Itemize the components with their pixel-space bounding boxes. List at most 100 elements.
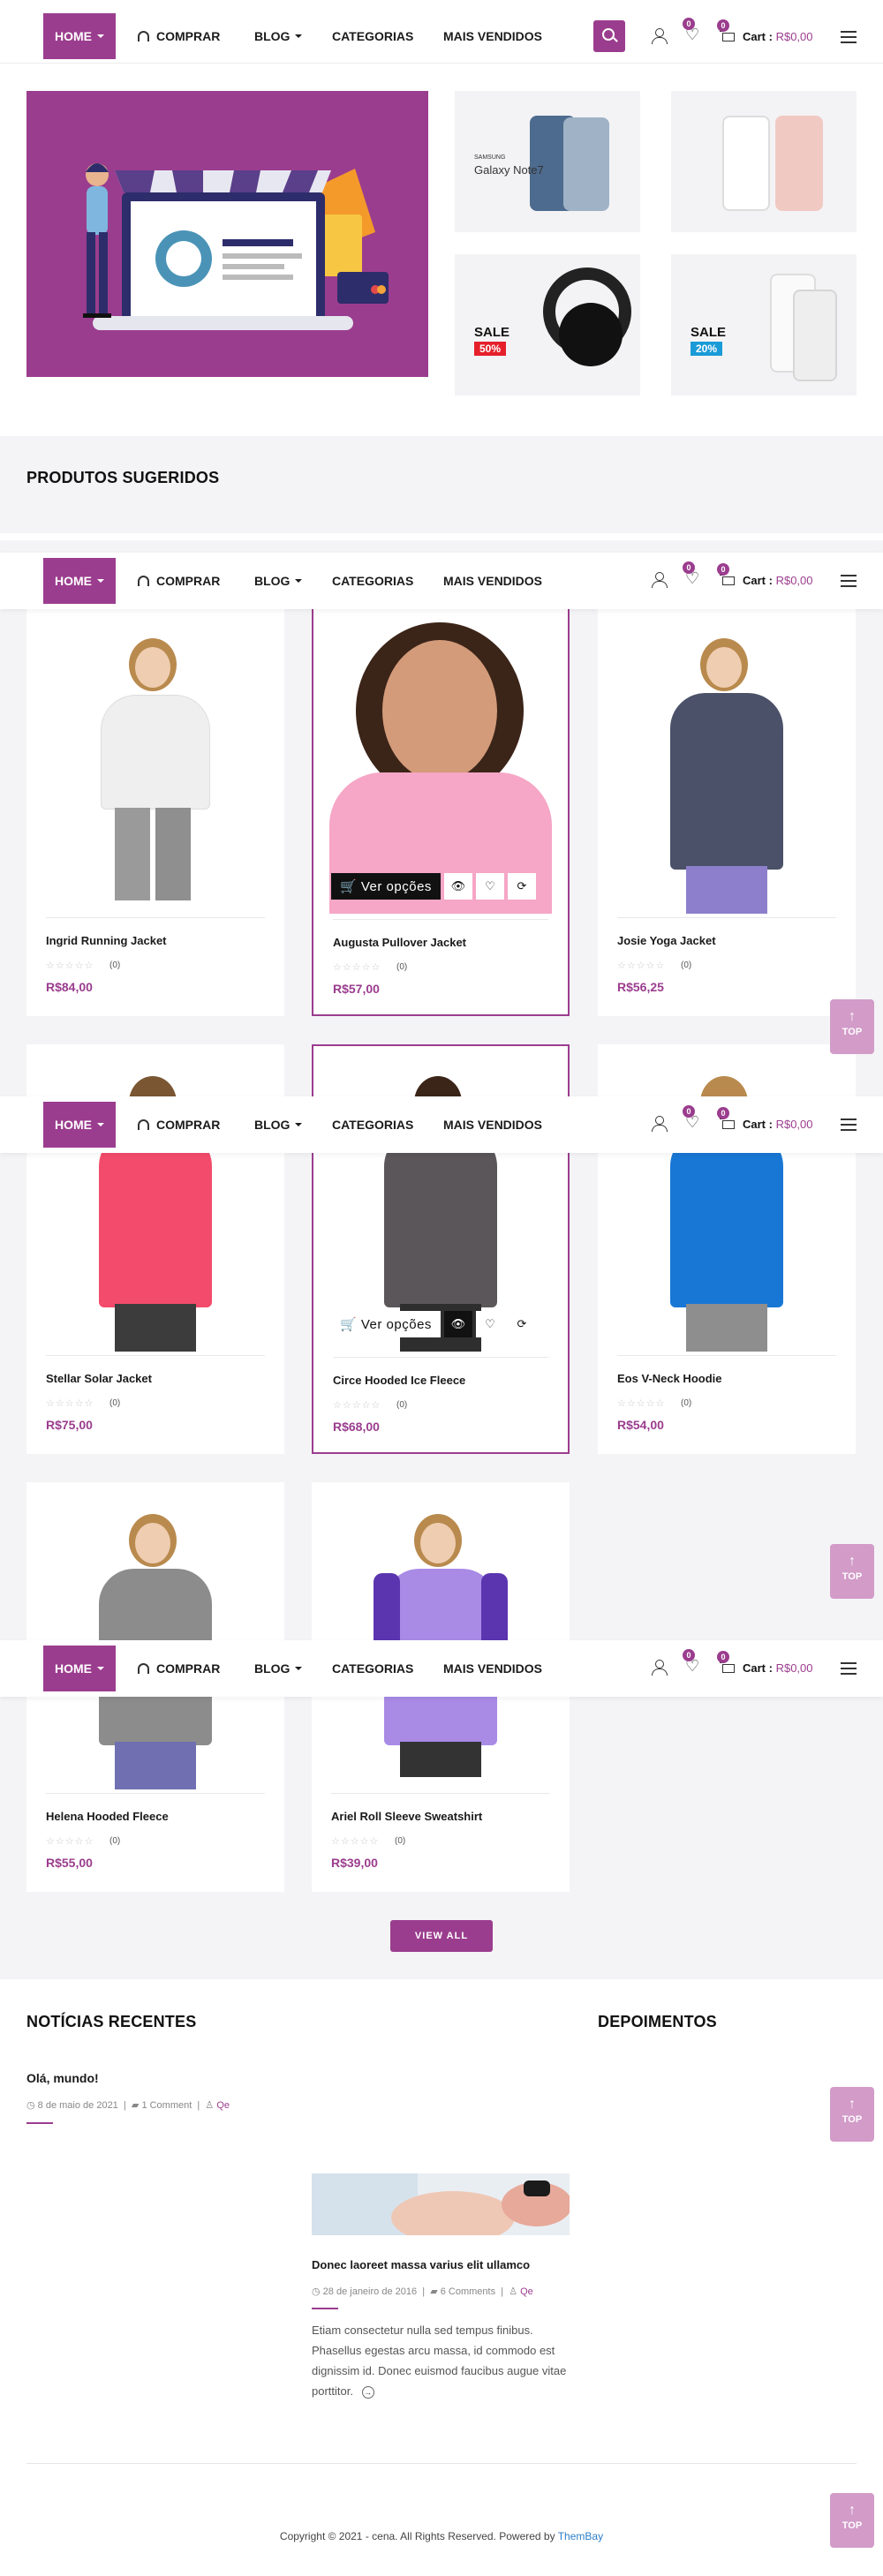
nav-comprar-label: COMPRAR: [156, 28, 221, 43]
cart-icon[interactable]: [720, 574, 736, 588]
cart-summary[interactable]: Cart : R$0,00: [743, 574, 813, 587]
user-icon[interactable]: [652, 28, 668, 44]
user-icon: ♙: [509, 2286, 518, 2297]
news-post-image[interactable]: [312, 2173, 570, 2235]
review-count: (0): [109, 1836, 121, 1846]
view-options-button[interactable]: 🛒 Ver opções: [331, 873, 441, 900]
cart-summary[interactable]: Cart : R$0,00: [743, 1118, 813, 1131]
product-price: R$75,00: [46, 1418, 93, 1432]
nav-mais-vendidos[interactable]: MAIS VENDIDOS: [443, 1118, 542, 1132]
product-price: R$54,00: [617, 1418, 664, 1432]
nav-categorias[interactable]: CATEGORIAS: [332, 574, 413, 588]
post-author[interactable]: Qe: [216, 2100, 230, 2111]
cart-icon[interactable]: [720, 1661, 736, 1676]
hamburger-menu-icon[interactable]: [841, 1119, 857, 1131]
quick-view-eye-icon[interactable]: 👁: [443, 873, 472, 900]
product-name[interactable]: Augusta Pullover Jacket: [333, 936, 466, 949]
product-card[interactable]: Josie Yoga Jacket ☆☆☆☆☆ (0) R$56,25: [598, 606, 856, 1016]
nav-comprar[interactable]: COMPRAR: [138, 29, 220, 43]
sale-percent: 20%: [691, 342, 723, 356]
review-count: (0): [396, 1400, 408, 1410]
product-name[interactable]: Helena Hooded Fleece: [46, 1810, 169, 1823]
user-icon[interactable]: [652, 1660, 668, 1676]
product-name[interactable]: Ingrid Running Jacket: [46, 934, 167, 947]
post-author[interactable]: Qe: [520, 2286, 533, 2297]
hamburger-menu-icon[interactable]: [841, 575, 857, 587]
cart-label: Cart :: [743, 1118, 773, 1131]
footer-link[interactable]: ThemBay: [558, 2530, 603, 2542]
product-name[interactable]: Stellar Solar Jacket: [46, 1372, 152, 1385]
nav-home[interactable]: HOME: [43, 558, 116, 604]
view-options-button[interactable]: 🛒 Ver opções: [331, 1311, 441, 1337]
view-all-button[interactable]: VIEW ALL: [390, 1920, 493, 1952]
cart-count-badge: 0: [717, 1651, 729, 1663]
wishlist-heart-icon[interactable]: ♡: [475, 1311, 504, 1337]
hero-tile-pixel-sale[interactable]: SALE 20%: [671, 254, 857, 395]
cart-amount: R$0,00: [775, 1118, 813, 1131]
nav-home[interactable]: HOME: [43, 12, 116, 59]
nav-home[interactable]: HOME: [43, 1102, 116, 1148]
nav-mais-vendidos-label: MAIS VENDIDOS: [443, 1118, 543, 1132]
post-comments[interactable]: 1 Comment: [141, 2100, 192, 2111]
product-price: R$56,25: [617, 980, 664, 994]
hamburger-menu-icon[interactable]: [841, 31, 857, 43]
card-divider: [333, 919, 548, 920]
product-name[interactable]: Ariel Roll Sleeve Sweatshirt: [331, 1810, 482, 1823]
search-button[interactable]: [593, 19, 625, 52]
nav-categorias[interactable]: CATEGORIAS: [332, 29, 413, 43]
rating-stars-icon: ☆☆☆☆☆: [333, 962, 381, 973]
scroll-top-button[interactable]: ↑ TOP: [830, 2087, 874, 2142]
news-post-title[interactable]: Olá, mundo!: [26, 2071, 99, 2085]
hero-tile-headphones-sale[interactable]: SALE 50%: [455, 254, 640, 395]
nav-blog[interactable]: BLOG: [254, 29, 303, 43]
nav-home[interactable]: HOME: [43, 1646, 116, 1691]
product-name[interactable]: Circe Hooded Ice Fleece: [333, 1374, 465, 1387]
section-separator: [0, 533, 883, 540]
sale-badge-20: SALE 20%: [691, 325, 726, 357]
hero-tile-iphone[interactable]: [671, 91, 857, 232]
nav-comprar[interactable]: COMPRAR: [138, 1118, 220, 1132]
read-more-arrow-icon[interactable]: →: [361, 2386, 374, 2399]
nav-comprar[interactable]: COMPRAR: [138, 574, 220, 588]
nav-categorias[interactable]: CATEGORIAS: [332, 1661, 413, 1676]
user-icon[interactable]: [652, 572, 668, 588]
compare-refresh-icon[interactable]: ⟳: [507, 873, 536, 900]
cart-amount: R$0,00: [775, 30, 813, 43]
cart-icon[interactable]: [720, 30, 736, 44]
sticky-navbar: HOME COMPRAR BLOG CATEGORIAS MAIS VENDID…: [0, 1640, 883, 1697]
news-post-title[interactable]: Donec laoreet massa varius elit ullamco: [312, 2258, 530, 2271]
nav-categorias[interactable]: CATEGORIAS: [332, 1118, 413, 1132]
phone-image: [563, 117, 609, 211]
cart-summary[interactable]: Cart : R$0,00: [743, 30, 813, 43]
cart-summary[interactable]: Cart : R$0,00: [743, 1661, 813, 1675]
product-name[interactable]: Eos V-Neck Hoodie: [617, 1372, 721, 1385]
scroll-top-button[interactable]: ↑ TOP: [830, 1544, 874, 1599]
cart-count-badge: 0: [717, 563, 729, 576]
hero-banner[interactable]: [26, 91, 428, 377]
nav-mais-vendidos[interactable]: MAIS VENDIDOS: [443, 574, 542, 588]
wishlist-heart-icon[interactable]: ♡: [475, 873, 504, 900]
product-name[interactable]: Josie Yoga Jacket: [617, 934, 716, 947]
review-count: (0): [109, 960, 121, 970]
hamburger-menu-icon[interactable]: [841, 1662, 857, 1675]
nav-blog-label: BLOG: [254, 574, 291, 588]
user-icon[interactable]: [652, 1116, 668, 1132]
footer-text: Copyright © 2021 - cena. All Rights Rese…: [279, 2530, 558, 2542]
compare-refresh-icon[interactable]: ⟳: [507, 1311, 536, 1337]
post-comments[interactable]: 6 Comments: [441, 2286, 495, 2297]
nav-comprar[interactable]: COMPRAR: [138, 1661, 220, 1676]
product-image: [615, 622, 838, 914]
hero-tile-galaxy-note[interactable]: SAMSUNG Galaxy Note7: [455, 91, 640, 232]
cart-icon[interactable]: [720, 1118, 736, 1132]
scroll-top-button[interactable]: ↑ TOP: [830, 999, 874, 1054]
nav-mais-vendidos[interactable]: MAIS VENDIDOS: [443, 1661, 542, 1676]
nav-mais-vendidos[interactable]: MAIS VENDIDOS: [443, 29, 542, 43]
sticky-navbar: HOME COMPRAR BLOG CATEGORIAS MAIS VENDID…: [0, 553, 883, 609]
nav-home-label: HOME: [55, 1661, 92, 1676]
product-card[interactable]: 🛒 Ver opções 👁 ♡ ⟳ Augusta Pullover Jack…: [312, 606, 570, 1016]
nav-blog[interactable]: BLOG: [254, 1118, 303, 1132]
quick-view-eye-icon[interactable]: 👁: [443, 1311, 472, 1337]
nav-blog[interactable]: BLOG: [254, 574, 303, 588]
product-card[interactable]: Ingrid Running Jacket ☆☆☆☆☆ (0) R$84,00: [26, 606, 284, 1016]
nav-blog[interactable]: BLOG: [254, 1661, 303, 1676]
